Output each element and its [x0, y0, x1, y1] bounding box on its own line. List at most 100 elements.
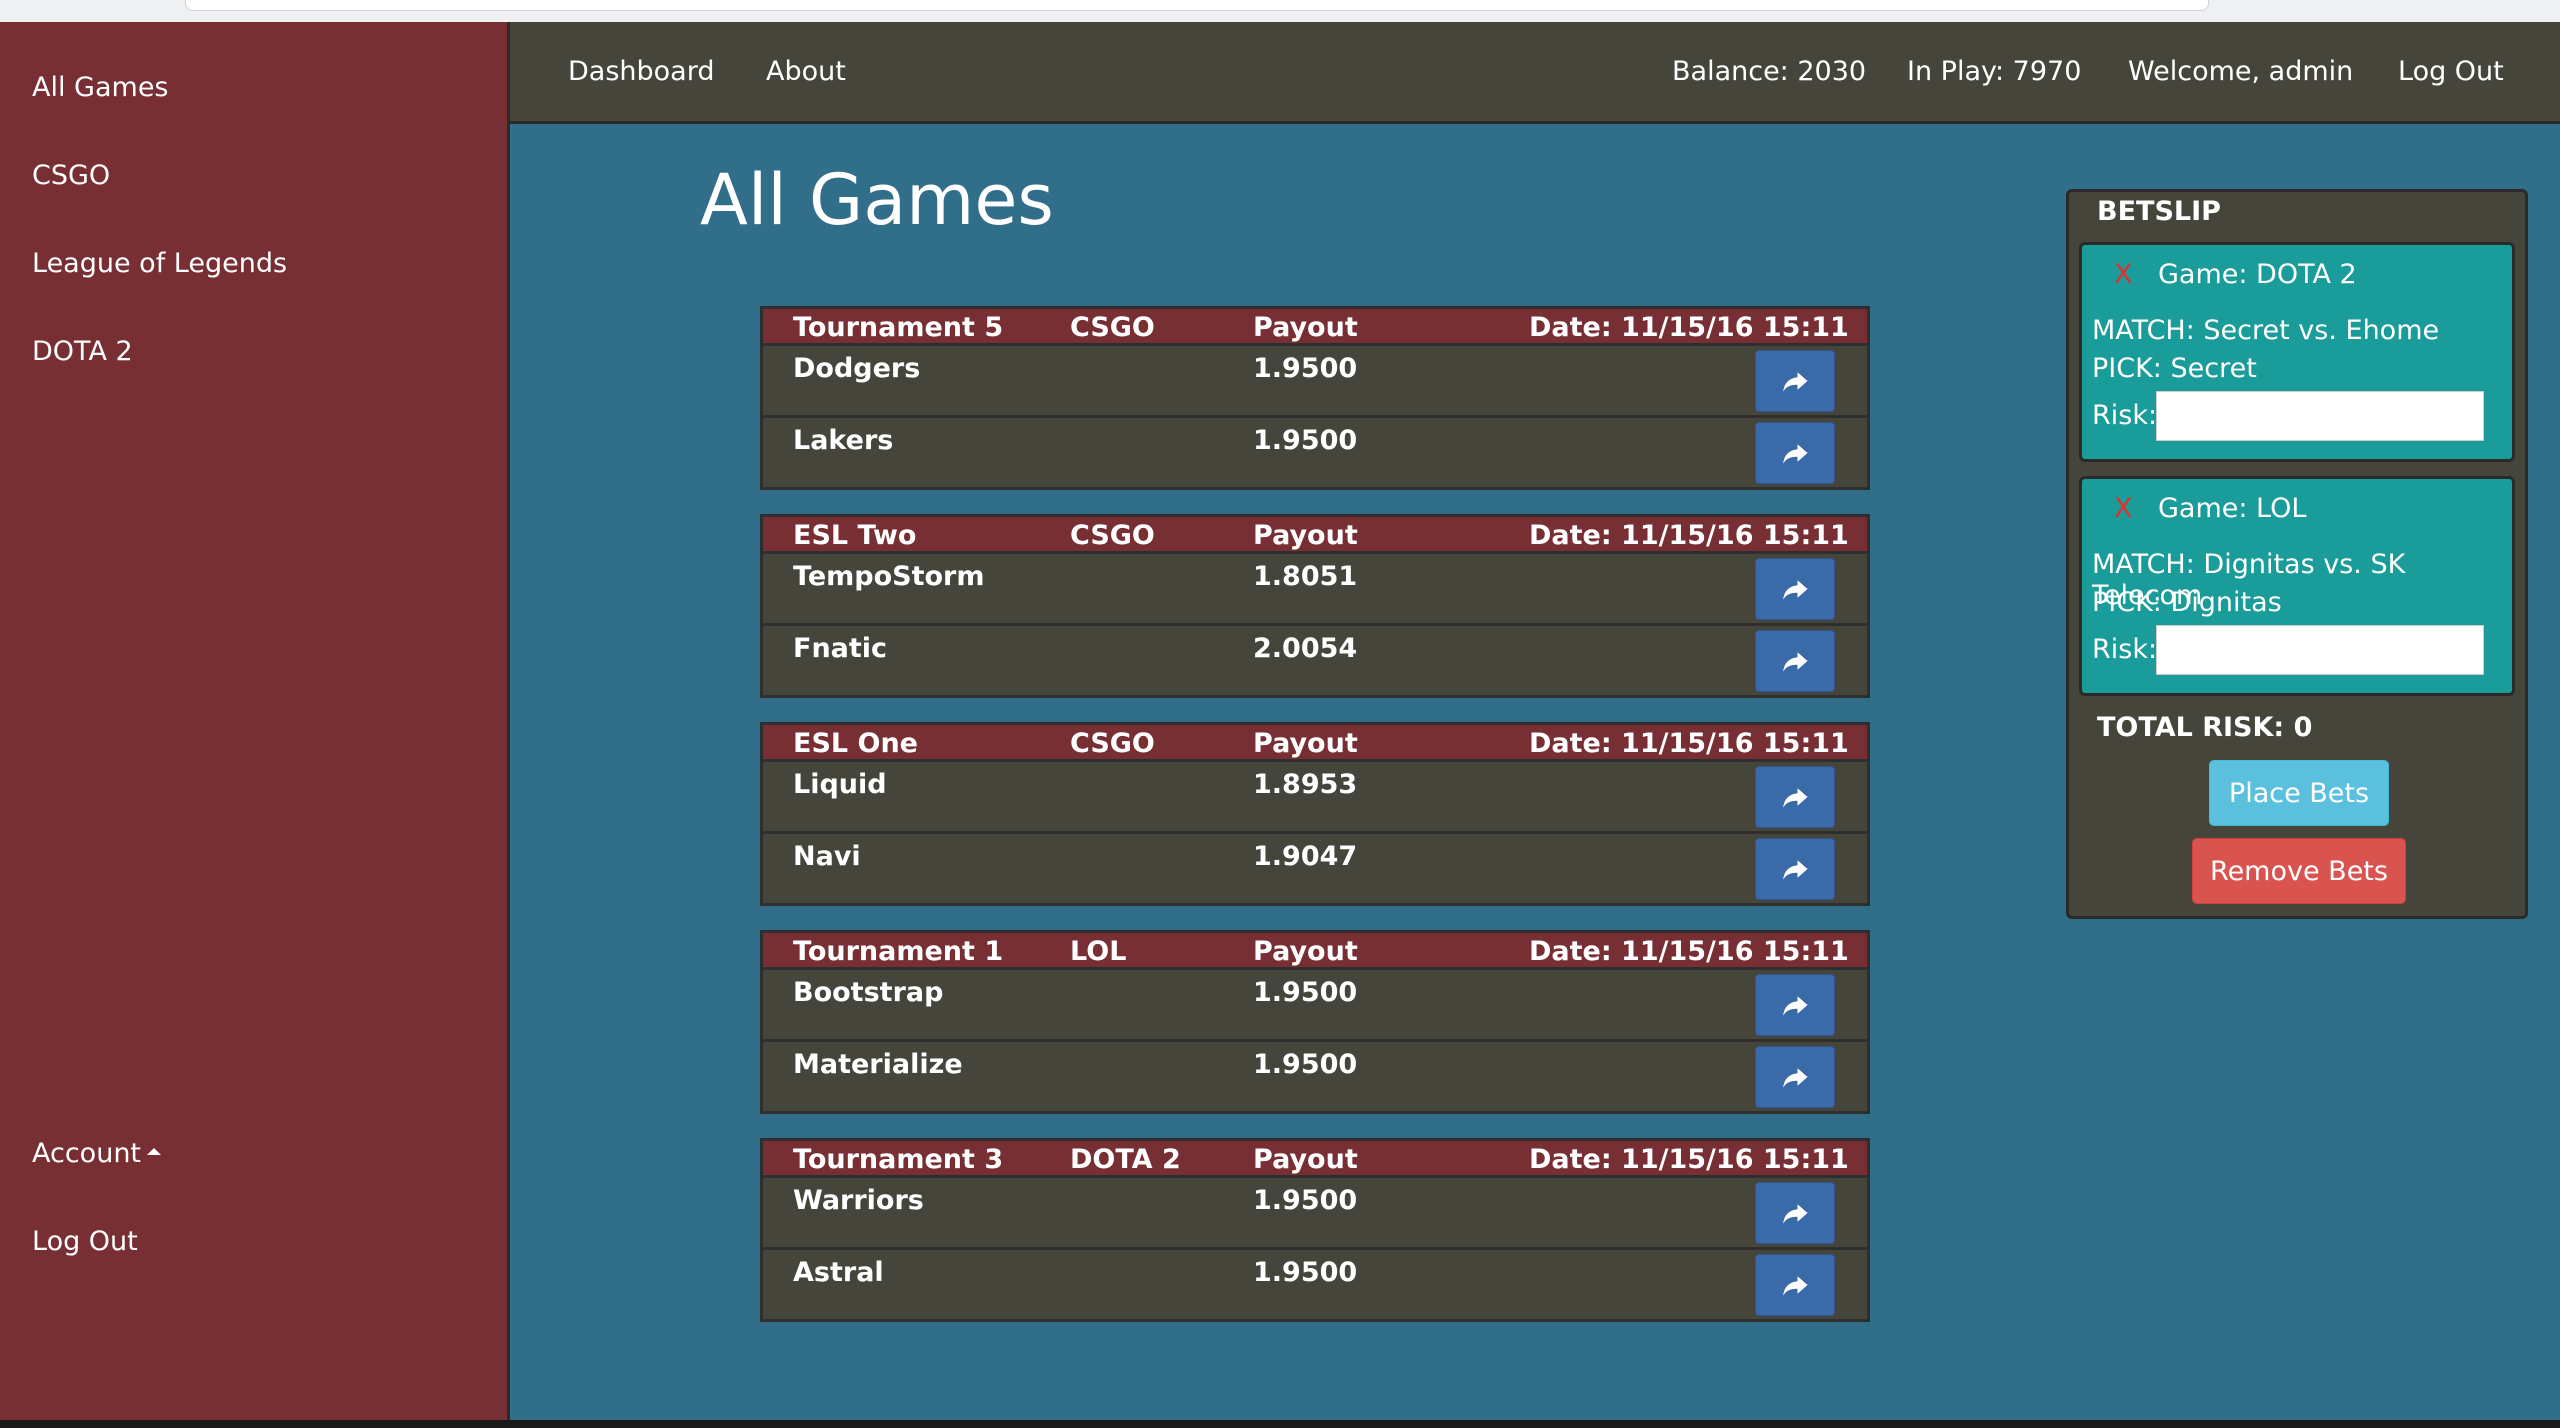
match-date: Date: 11/15/16 15:11: [1529, 936, 1849, 967]
team-row: Bootstrap 1.9500: [760, 970, 1870, 1042]
bet-match: MATCH: Secret vs. Ehome: [2092, 315, 2440, 346]
team-row: Astral 1.9500: [760, 1250, 1870, 1322]
match-card: ESL One CSGO Payout Date: 11/15/16 15:11 Liq…: [760, 722, 1870, 906]
risk-input[interactable]: [2156, 391, 2484, 441]
add-to-betslip-button[interactable]: [1755, 630, 1835, 692]
betslip-title: BETSLIP: [2097, 196, 2221, 227]
sidebar-account-menu[interactable]: Account: [32, 1138, 162, 1169]
team-payout: 1.9500: [1253, 977, 1358, 1008]
match-card: Tournament 5 CSGO Payout Date: 11/15/16 15:…: [760, 306, 1870, 490]
add-to-betslip-button[interactable]: [1755, 974, 1835, 1036]
sidebar-item-csgo[interactable]: CSGO: [32, 160, 110, 191]
share-arrow-icon: [1783, 372, 1808, 392]
nav-about[interactable]: About: [766, 56, 846, 87]
match-card: Tournament 1 LOL Payout Date: 11/15/16 15:1…: [760, 930, 1870, 1114]
bet-card: X Game: LOL MATCH: Dignitas vs. SK Telec…: [2079, 476, 2515, 696]
team-payout: 1.9047: [1253, 841, 1358, 872]
tournament-name: Tournament 5: [793, 312, 1004, 343]
team-row: Navi 1.9047: [760, 834, 1870, 906]
match-header: Tournament 3 DOTA 2 Payout Date: 11/15/16 1…: [760, 1138, 1870, 1178]
nav-welcome-user[interactable]: Welcome, admin: [2128, 56, 2353, 87]
browser-address-bar[interactable]: [185, 0, 2209, 11]
sidebar: All Games CSGO League of Legends DOTA 2 …: [0, 22, 510, 1420]
remove-bet-button[interactable]: X: [2114, 493, 2133, 524]
share-arrow-icon: [1783, 1068, 1808, 1088]
risk-input[interactable]: [2156, 625, 2484, 675]
payout-header: Payout: [1253, 312, 1358, 343]
tournament-name: Tournament 3: [793, 1144, 1004, 1175]
add-to-betslip-button[interactable]: [1755, 838, 1835, 900]
add-to-betslip-button[interactable]: [1755, 1182, 1835, 1244]
team-payout: 1.9500: [1253, 353, 1358, 384]
team-name: Materialize: [793, 1049, 963, 1080]
game-name: LOL: [1070, 936, 1127, 967]
tournament-name: ESL Two: [793, 520, 917, 551]
share-arrow-icon: [1783, 1204, 1808, 1224]
bet-pick: PICK: Dignitas: [2092, 587, 2282, 618]
nav-logout[interactable]: Log Out: [2398, 56, 2504, 87]
share-arrow-icon: [1783, 996, 1808, 1016]
tournament-name: Tournament 1: [793, 936, 1004, 967]
in-play-display: In Play: 7970: [1907, 56, 2082, 87]
main-content: All Games Tournament 5 CSGO Payout Date: 11…: [510, 124, 2560, 1420]
betslip-panel: BETSLIP X Game: DOTA 2 MATCH: Secret vs.…: [2066, 189, 2528, 919]
add-to-betslip-button[interactable]: [1755, 766, 1835, 828]
sidebar-logout[interactable]: Log Out: [32, 1226, 138, 1257]
bet-game: Game: DOTA 2: [2158, 259, 2357, 290]
match-header: ESL One CSGO Payout Date: 11/15/16 15:11: [760, 722, 1870, 762]
caret-up-icon: [147, 1148, 162, 1155]
risk-label: Risk:: [2092, 634, 2158, 665]
match-date: Date: 11/15/16 15:11: [1529, 312, 1849, 343]
add-to-betslip-button[interactable]: [1755, 350, 1835, 412]
remove-bets-button[interactable]: Remove Bets: [2192, 838, 2406, 904]
game-name: CSGO: [1070, 312, 1155, 343]
nav-dashboard[interactable]: Dashboard: [568, 56, 714, 87]
team-row: TempoStorm 1.8051: [760, 554, 1870, 626]
balance-display: Balance: 2030: [1672, 56, 1867, 87]
add-to-betslip-button[interactable]: [1755, 1254, 1835, 1316]
match-card: Tournament 3 DOTA 2 Payout Date: 11/15/16 1…: [760, 1138, 1870, 1322]
page-title: All Games: [700, 159, 1054, 241]
remove-bet-button[interactable]: X: [2114, 259, 2133, 290]
team-row: Warriors 1.9500: [760, 1178, 1870, 1250]
team-name: Fnatic: [793, 633, 888, 664]
match-header: ESL Two CSGO Payout Date: 11/15/16 15:11: [760, 514, 1870, 554]
team-name: Bootstrap: [793, 977, 944, 1008]
place-bets-button[interactable]: Place Bets: [2209, 760, 2389, 826]
add-to-betslip-button[interactable]: [1755, 422, 1835, 484]
bet-pick: PICK: Secret: [2092, 353, 2257, 384]
sidebar-item-dota-2[interactable]: DOTA 2: [32, 336, 133, 367]
share-arrow-icon: [1783, 652, 1808, 672]
team-payout: 1.9500: [1253, 1049, 1358, 1080]
team-row: Materialize 1.9500: [760, 1042, 1870, 1114]
match-card: ESL Two CSGO Payout Date: 11/15/16 15:11 Tem…: [760, 514, 1870, 698]
team-row: Dodgers 1.9500: [760, 346, 1870, 418]
tournament-name: ESL One: [793, 728, 918, 759]
team-row: Lakers 1.9500: [760, 418, 1870, 490]
add-to-betslip-button[interactable]: [1755, 558, 1835, 620]
match-header: Tournament 1 LOL Payout Date: 11/15/16 15:1…: [760, 930, 1870, 970]
sidebar-item-all-games[interactable]: All Games: [32, 72, 169, 103]
team-name: Warriors: [793, 1185, 924, 1216]
team-name: Liquid: [793, 769, 887, 800]
team-name: TempoStorm: [793, 561, 985, 592]
risk-label: Risk:: [2092, 400, 2158, 431]
match-header: Tournament 5 CSGO Payout Date: 11/15/16 15:…: [760, 306, 1870, 346]
team-payout: 1.9500: [1253, 1185, 1358, 1216]
payout-header: Payout: [1253, 520, 1358, 551]
game-name: DOTA 2: [1070, 1144, 1181, 1175]
share-arrow-icon: [1783, 1276, 1808, 1296]
game-name: CSGO: [1070, 520, 1155, 551]
match-date: Date: 11/15/16 15:11: [1529, 728, 1849, 759]
payout-header: Payout: [1253, 936, 1358, 967]
total-risk: TOTAL RISK: 0: [2097, 712, 2313, 743]
sidebar-item-league-of-legends[interactable]: League of Legends: [32, 248, 287, 279]
bet-card: X Game: DOTA 2 MATCH: Secret vs. Ehome P…: [2079, 242, 2515, 462]
match-date: Date: 11/15/16 15:11: [1529, 520, 1849, 551]
add-to-betslip-button[interactable]: [1755, 1046, 1835, 1108]
share-arrow-icon: [1783, 580, 1808, 600]
team-name: Navi: [793, 841, 861, 872]
team-row: Fnatic 2.0054: [760, 626, 1870, 698]
share-arrow-icon: [1783, 788, 1808, 808]
payout-header: Payout: [1253, 728, 1358, 759]
